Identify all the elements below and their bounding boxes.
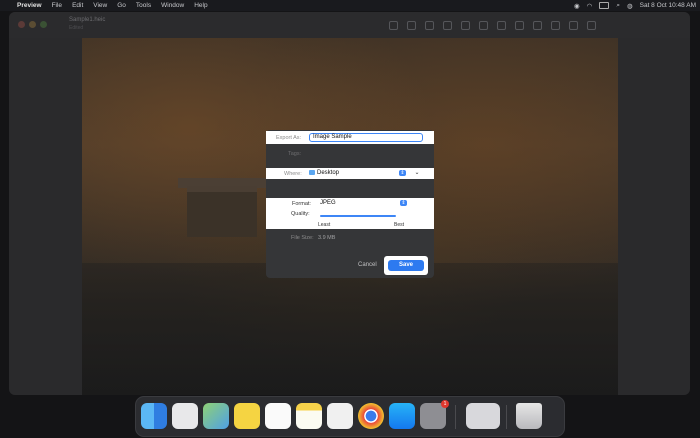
battery-icon[interactable]: [599, 2, 610, 9]
text-icon[interactable]: [569, 21, 578, 30]
format-label: Format:: [292, 201, 311, 207]
window-subtitle: Edited: [69, 25, 84, 31]
tags-label: Tags:: [288, 151, 302, 157]
adjust-color-icon[interactable]: [497, 21, 506, 30]
siri-icon[interactable]: ◍: [627, 2, 633, 10]
menubar-clock[interactable]: Sat 8 Oct 10:48 AM: [640, 2, 696, 9]
zoom-window-button[interactable]: [40, 21, 47, 28]
folder-icon: [309, 169, 315, 175]
zoom-in-icon[interactable]: [425, 21, 434, 30]
menu-go[interactable]: Go: [117, 2, 126, 9]
dock: 1: [135, 396, 565, 437]
search-icon[interactable]: ⌕: [616, 2, 620, 10]
lake-reflection: [82, 263, 618, 395]
save-button-highlight: Save: [384, 256, 428, 275]
where-row: Where: Desktop ⇕ ⌄: [266, 168, 434, 179]
file-size-label: File Size:: [291, 235, 314, 241]
info-icon[interactable]: [389, 21, 398, 30]
format-popup[interactable]: JPEG ⇕: [320, 199, 408, 207]
format-value: JPEG: [320, 200, 336, 206]
status-area: ◉ ◠ ⌕ ◍ Sat 8 Oct 10:48 AM: [574, 0, 696, 11]
notes-icon[interactable]: [296, 403, 322, 429]
window-titlebar: Sample1.heic Edited: [9, 12, 690, 38]
export-as-row: Export As: Image Sample: [266, 131, 434, 144]
menu-help[interactable]: Help: [194, 2, 207, 9]
menu-app-name[interactable]: Preview: [17, 2, 42, 9]
format-options-panel: Format: JPEG ⇕ Quality: Least Best: [266, 198, 434, 229]
export-dialog: Export As: Image Sample Tags: Where: Des…: [266, 130, 434, 278]
popup-arrows-icon: ⇕: [399, 170, 406, 176]
menu-file[interactable]: File: [52, 2, 62, 9]
reminders-icon[interactable]: [265, 403, 291, 429]
minimize-window-button[interactable]: [29, 21, 36, 28]
menu-tools[interactable]: Tools: [136, 2, 151, 9]
menu-window[interactable]: Window: [161, 2, 184, 9]
control-center-icon[interactable]: ◉: [574, 2, 580, 10]
quality-slider[interactable]: [320, 215, 396, 217]
dock-separator: [506, 405, 507, 429]
expand-chevron-icon[interactable]: ⌄: [412, 169, 422, 177]
preview-icon[interactable]: [466, 403, 500, 429]
dock-separator: [455, 405, 456, 429]
share-icon[interactable]: [443, 21, 452, 30]
export-as-label: Export As:: [276, 135, 302, 141]
finder-icon[interactable]: [141, 403, 167, 429]
basecamp-icon[interactable]: [234, 403, 260, 429]
menu-edit[interactable]: Edit: [72, 2, 83, 9]
close-window-button[interactable]: [18, 21, 25, 28]
highlight-icon[interactable]: [515, 21, 524, 30]
sidebar-toggle-icon[interactable]: [533, 21, 542, 30]
boathouse: [187, 186, 257, 237]
launchpad-icon[interactable]: [172, 403, 198, 429]
quality-least-label: Least: [318, 222, 331, 228]
where-popup[interactable]: Desktop ⇕: [309, 169, 407, 177]
wifi-icon[interactable]: ◠: [587, 2, 593, 10]
quality-label: Quality:: [291, 211, 310, 217]
trash-icon[interactable]: [516, 403, 542, 429]
markup-icon[interactable]: [461, 21, 470, 30]
popup-arrows-icon: ⇕: [400, 200, 407, 206]
app-store-icon[interactable]: [389, 403, 415, 429]
save-button[interactable]: Save: [388, 260, 424, 271]
system-settings-icon[interactable]: 1: [420, 400, 449, 429]
maps-icon[interactable]: [203, 403, 229, 429]
export-as-field[interactable]: Image Sample: [309, 133, 423, 142]
window-title: Sample1.heic: [69, 17, 106, 23]
rotate-icon[interactable]: [479, 21, 488, 30]
where-label: Where:: [284, 171, 302, 177]
crop-icon[interactable]: [551, 21, 560, 30]
menu-view[interactable]: View: [93, 2, 107, 9]
menu-bar: Preview File Edit View Go Tools Window H…: [0, 0, 700, 11]
where-value: Desktop: [317, 170, 340, 176]
chrome-icon[interactable]: [358, 403, 384, 429]
notification-badge: 1: [441, 400, 449, 408]
file-size-value: 3.9 MB: [318, 235, 336, 241]
quality-best-label: Best: [394, 222, 405, 228]
tags-field[interactable]: [309, 149, 423, 158]
zoom-out-icon[interactable]: [407, 21, 416, 30]
search-document-icon[interactable]: [587, 21, 596, 30]
cancel-button[interactable]: Cancel: [358, 262, 377, 268]
brave-icon[interactable]: [327, 403, 353, 429]
